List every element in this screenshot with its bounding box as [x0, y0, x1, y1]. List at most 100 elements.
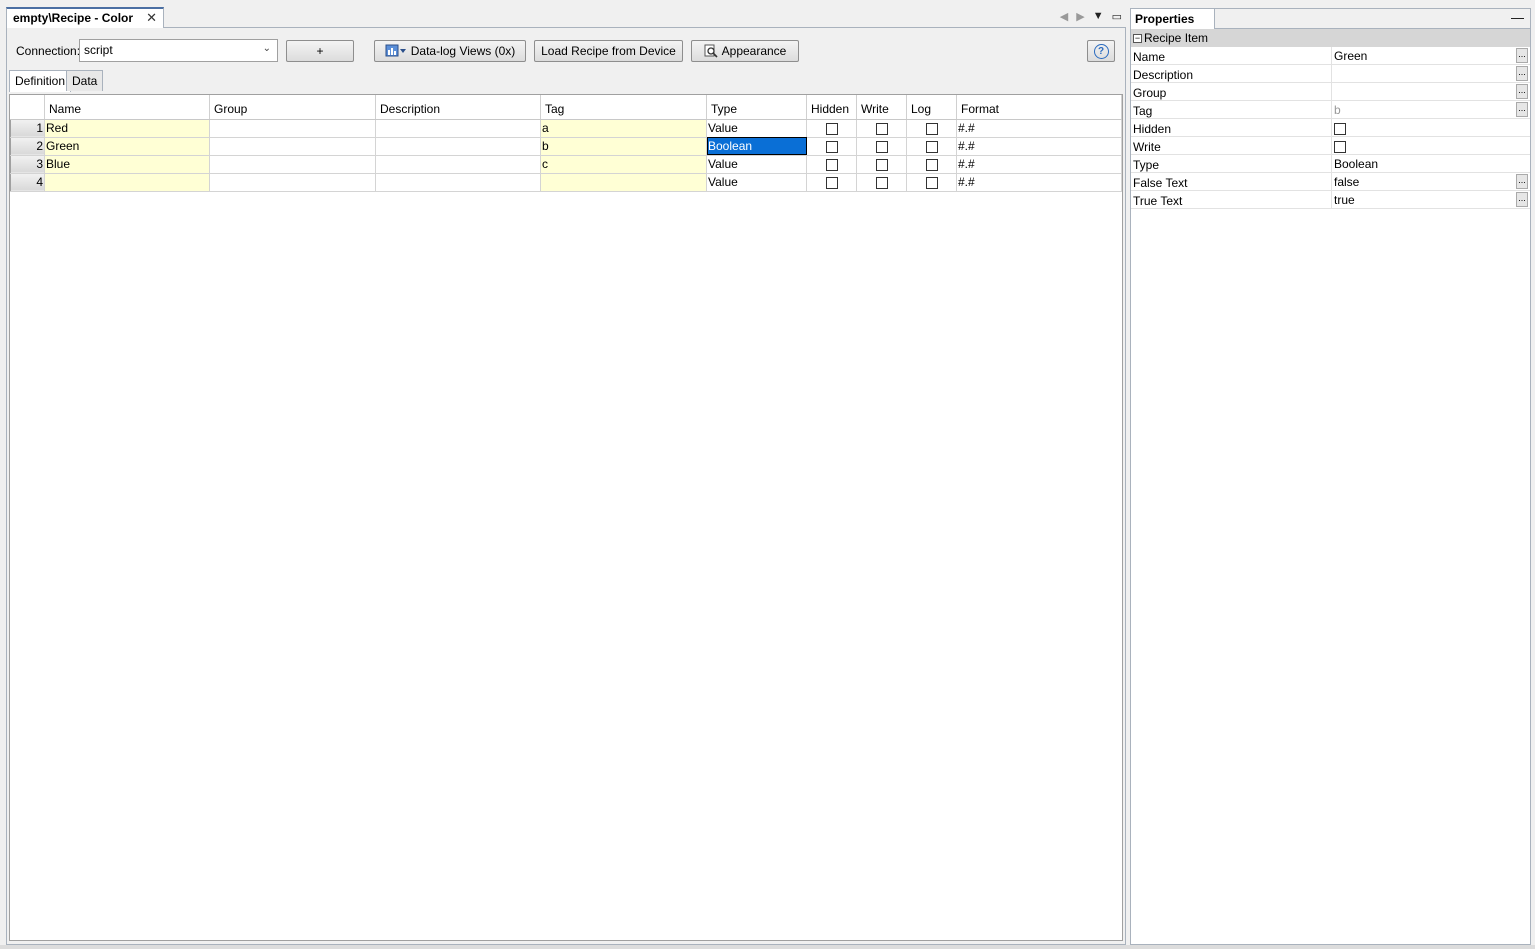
cell-tag[interactable] [540, 173, 707, 192]
datalog-views-button[interactable]: Data-log Views (0x) [374, 40, 526, 62]
cell-name[interactable] [44, 173, 210, 192]
hidden-checkbox[interactable] [825, 158, 838, 171]
ellipsis-button[interactable]: ... [1516, 102, 1528, 117]
log-checkbox[interactable] [925, 122, 938, 135]
ellipsis-button[interactable]: ... [1516, 174, 1528, 189]
recipe-editor: Connection: script ⌄ + Data-log Views (0… [6, 28, 1126, 945]
hidden-checkbox[interactable] [1334, 122, 1346, 135]
property-row-type[interactable]: Type Boolean [1131, 155, 1530, 173]
close-icon[interactable]: ✕ [146, 10, 157, 26]
write-checkbox[interactable] [875, 140, 888, 153]
log-checkbox[interactable] [925, 176, 938, 189]
cell-type[interactable]: Value [706, 173, 807, 192]
cell-type[interactable]: Value [706, 155, 807, 174]
cell-tag[interactable]: c [540, 155, 707, 174]
cell-type[interactable]: Value [706, 119, 807, 138]
cell-description[interactable] [375, 137, 541, 156]
cell-format[interactable]: #.# [956, 119, 1122, 138]
row-header[interactable]: 2 [10, 136, 45, 156]
maximize-icon[interactable]: ▭ [1112, 10, 1122, 23]
appearance-button[interactable]: Appearance [691, 40, 799, 62]
cell-group[interactable] [209, 137, 376, 156]
hidden-checkbox[interactable] [825, 122, 838, 135]
cell-hidden [806, 137, 857, 156]
ellipsis-button[interactable]: ... [1516, 48, 1528, 63]
column-header-description[interactable]: Description [375, 95, 541, 120]
cell-format[interactable]: #.# [956, 155, 1122, 174]
property-row-tag[interactable]: Tag b ... [1131, 101, 1530, 119]
chevron-down-icon: ⌄ [262, 43, 271, 54]
cell-description[interactable] [375, 119, 541, 138]
cell-description[interactable] [375, 155, 541, 174]
cell-format[interactable]: #.# [956, 137, 1122, 156]
cell-type-selected[interactable]: Boolean [706, 137, 807, 156]
property-category[interactable]: − Recipe Item [1131, 29, 1530, 47]
hidden-checkbox[interactable] [825, 176, 838, 189]
cell-group[interactable] [209, 173, 376, 192]
load-recipe-button[interactable]: Load Recipe from Device [534, 40, 683, 62]
cell-tag[interactable]: b [540, 137, 707, 156]
column-header-write[interactable]: Write [856, 95, 907, 120]
hidden-checkbox[interactable] [825, 140, 838, 153]
column-header-group[interactable]: Group [209, 95, 376, 120]
cell-write [856, 155, 907, 174]
property-value[interactable]: Green [1331, 47, 1515, 64]
write-checkbox[interactable] [875, 176, 888, 189]
log-checkbox[interactable] [925, 140, 938, 153]
cell-name[interactable]: Green [44, 137, 210, 156]
write-checkbox[interactable] [875, 122, 888, 135]
cell-description[interactable] [375, 173, 541, 192]
cell-name[interactable]: Blue [44, 155, 210, 174]
property-row-write[interactable]: Write [1131, 137, 1530, 155]
help-icon: ? [1093, 43, 1109, 59]
row-header[interactable]: 4 [10, 172, 45, 192]
help-button[interactable]: ? [1087, 40, 1115, 62]
cell-group[interactable] [209, 155, 376, 174]
magnifier-icon [704, 44, 718, 58]
scroll-right-icon[interactable]: ▶ [1076, 10, 1084, 23]
cell-hidden [806, 173, 857, 192]
write-checkbox[interactable] [1334, 140, 1346, 153]
property-value[interactable]: b [1331, 101, 1515, 118]
column-header-hidden[interactable]: Hidden [806, 95, 857, 120]
write-checkbox[interactable] [875, 158, 888, 171]
dropdown-arrow-icon[interactable]: ▼ [1093, 10, 1104, 22]
tab-definition[interactable]: Definition [9, 70, 72, 92]
property-row-true-text[interactable]: True Text true ... [1131, 191, 1530, 209]
property-row-hidden[interactable]: Hidden [1131, 119, 1530, 137]
column-header-type[interactable]: Type [706, 95, 807, 120]
cell-group[interactable] [209, 119, 376, 138]
column-header-name[interactable]: Name [44, 95, 210, 120]
add-connection-button[interactable]: + [286, 40, 354, 62]
connection-select[interactable]: script ⌄ [79, 39, 278, 62]
editor-tab-recipe-color[interactable]: empty\Recipe - Color ✕ [6, 7, 164, 29]
property-row-false-text[interactable]: False Text false ... [1131, 173, 1530, 191]
appearance-label: Appearance [721, 44, 787, 58]
scroll-left-icon[interactable]: ◀ [1060, 10, 1068, 23]
cell-name[interactable]: Red [44, 119, 210, 138]
properties-title[interactable]: Properties [1131, 9, 1215, 29]
cell-tag[interactable]: a [540, 119, 707, 138]
column-header-log[interactable]: Log [906, 95, 957, 120]
property-value[interactable]: true [1331, 191, 1515, 208]
property-value[interactable]: Boolean [1331, 155, 1515, 172]
tab-data[interactable]: Data [66, 70, 104, 91]
property-row-description[interactable]: Description ... [1131, 65, 1530, 83]
property-value[interactable] [1331, 65, 1515, 82]
property-row-group[interactable]: Group ... [1131, 83, 1530, 101]
column-header-tag[interactable]: Tag [540, 95, 707, 120]
property-row-name[interactable]: Name Green ... [1131, 47, 1530, 65]
log-checkbox[interactable] [925, 158, 938, 171]
minimize-icon[interactable]: — [1511, 10, 1524, 25]
ellipsis-button[interactable]: ... [1516, 84, 1528, 99]
ellipsis-button[interactable]: ... [1516, 192, 1528, 207]
cell-format[interactable]: #.# [956, 173, 1122, 192]
collapse-icon[interactable]: − [1133, 33, 1142, 43]
property-value[interactable]: false [1331, 173, 1515, 190]
property-value[interactable] [1331, 83, 1515, 100]
ellipsis-button[interactable]: ... [1516, 66, 1528, 81]
row-header[interactable]: 3 [10, 154, 45, 174]
row-header[interactable]: 1 [10, 118, 45, 138]
property-category-label: Recipe Item [1144, 31, 1209, 45]
column-header-format[interactable]: Format [956, 95, 1122, 120]
